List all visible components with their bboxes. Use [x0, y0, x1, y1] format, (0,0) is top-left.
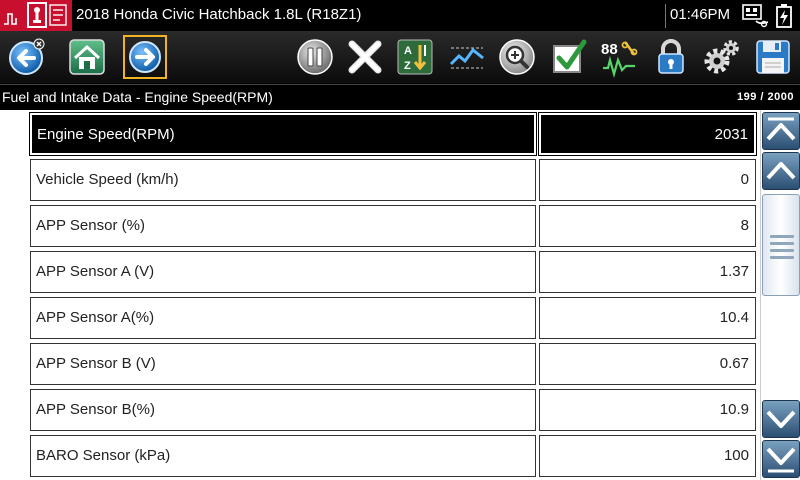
graph-button[interactable] — [446, 36, 488, 78]
double-chevron-up-icon — [766, 117, 796, 141]
save-button[interactable] — [752, 36, 794, 78]
thumb-grip — [770, 235, 794, 238]
vci-connection-icon — [742, 4, 770, 33]
lock-icon — [658, 39, 684, 74]
scroll-bottom-button[interactable] — [762, 440, 800, 478]
title-bar: 2018 Honda Civic Hatchback 1.8L (R18Z1) … — [0, 0, 800, 31]
param-value: 8 — [539, 205, 756, 247]
back-arrow-icon — [9, 38, 45, 75]
sort-button[interactable]: A Z — [394, 36, 436, 78]
save-icon — [756, 40, 790, 74]
double-chevron-down-icon — [766, 447, 796, 473]
data-list-header: Fuel and Intake Data - Engine Speed(RPM)… — [0, 84, 800, 110]
param-value: 0.67 — [539, 343, 756, 385]
chevron-up-icon — [766, 162, 796, 180]
param-value: 10.4 — [539, 297, 756, 339]
param-name: Vehicle Speed (km/h) — [30, 159, 536, 201]
svg-text:Z: Z — [404, 60, 411, 72]
param-name: APP Sensor B(%) — [30, 389, 536, 431]
scroll-down-button[interactable] — [762, 400, 800, 438]
param-name: APP Sensor A(%) — [30, 297, 536, 339]
param-name: APP Sensor A (V) — [30, 251, 536, 293]
select-button[interactable] — [548, 36, 590, 78]
home-button[interactable] — [66, 36, 108, 78]
scrollbar[interactable] — [760, 110, 800, 480]
sort-az-icon: A Z — [397, 39, 433, 75]
brand-logo — [0, 0, 72, 31]
data-list: Engine Speed(RPM) 2031 Vehicle Speed (km… — [0, 110, 760, 480]
data-row-app-sensor-a-v[interactable]: APP Sensor A (V) 1.37 — [30, 251, 756, 293]
param-value: 10.9 — [539, 389, 756, 431]
data-row-engine-speed[interactable]: Engine Speed(RPM) 2031 — [29, 112, 757, 156]
zoom-button[interactable] — [496, 36, 538, 78]
scroll-up-button[interactable] — [762, 152, 800, 190]
vehicle-title: 2018 Honda Civic Hatchback 1.8L (R18Z1) — [76, 6, 362, 23]
data-row-vehicle-speed[interactable]: Vehicle Speed (km/h) 0 — [30, 159, 756, 201]
pause-button[interactable] — [294, 36, 336, 78]
gear-icon — [704, 40, 739, 74]
toolbar: A Z 88 — [0, 31, 800, 83]
pid-counter: 199 / 2000 — [737, 91, 794, 103]
units-label: 88 — [601, 41, 618, 58]
x-icon — [348, 40, 382, 74]
svg-text:A: A — [404, 45, 412, 57]
param-name: BARO Sensor (kPa) — [30, 435, 536, 477]
thumb-grip — [770, 242, 794, 245]
units-88-icon: 88 — [601, 41, 638, 78]
forward-button[interactable] — [123, 35, 167, 79]
scroll-thumb[interactable] — [762, 194, 800, 296]
data-row-app-sensor-b-v[interactable]: APP Sensor B (V) 0.67 — [30, 343, 756, 385]
zoom-icon — [499, 39, 535, 75]
clock-time: 01:46PM — [670, 6, 731, 23]
param-value: 1.37 — [539, 251, 756, 293]
data-row-baro-sensor[interactable]: BARO Sensor (kPa) 100 — [30, 435, 756, 477]
breadcrumb: Fuel and Intake Data - Engine Speed(RPM) — [2, 89, 273, 105]
forward-arrow-icon — [129, 41, 161, 73]
param-name: APP Sensor B (V) — [30, 343, 536, 385]
scroll-top-button[interactable] — [762, 112, 800, 150]
data-row-app-sensor-b-pct[interactable]: APP Sensor B(%) 10.9 — [30, 389, 756, 431]
battery-icon — [775, 3, 793, 34]
lock-button[interactable] — [650, 36, 692, 78]
settings-button[interactable] — [700, 36, 742, 78]
param-value: 0 — [539, 159, 756, 201]
pause-icon — [297, 39, 333, 75]
clear-button[interactable] — [344, 36, 386, 78]
param-value: 100 — [539, 435, 756, 477]
chevron-down-icon — [766, 410, 796, 428]
data-row-app-sensor[interactable]: APP Sensor (%) 8 — [30, 205, 756, 247]
param-name: Engine Speed(RPM) — [29, 112, 537, 156]
back-button[interactable] — [6, 36, 48, 78]
checkmark-icon — [553, 39, 587, 73]
thumb-grip — [770, 249, 794, 252]
param-value: 2031 — [538, 112, 757, 156]
thumb-grip — [770, 256, 794, 259]
home-icon — [69, 39, 105, 75]
graph-icon — [449, 47, 484, 69]
data-row-app-sensor-a-pct[interactable]: APP Sensor A(%) 10.4 — [30, 297, 756, 339]
param-name: APP Sensor (%) — [30, 205, 536, 247]
units-button[interactable]: 88 — [598, 36, 640, 78]
title-divider — [665, 4, 666, 28]
